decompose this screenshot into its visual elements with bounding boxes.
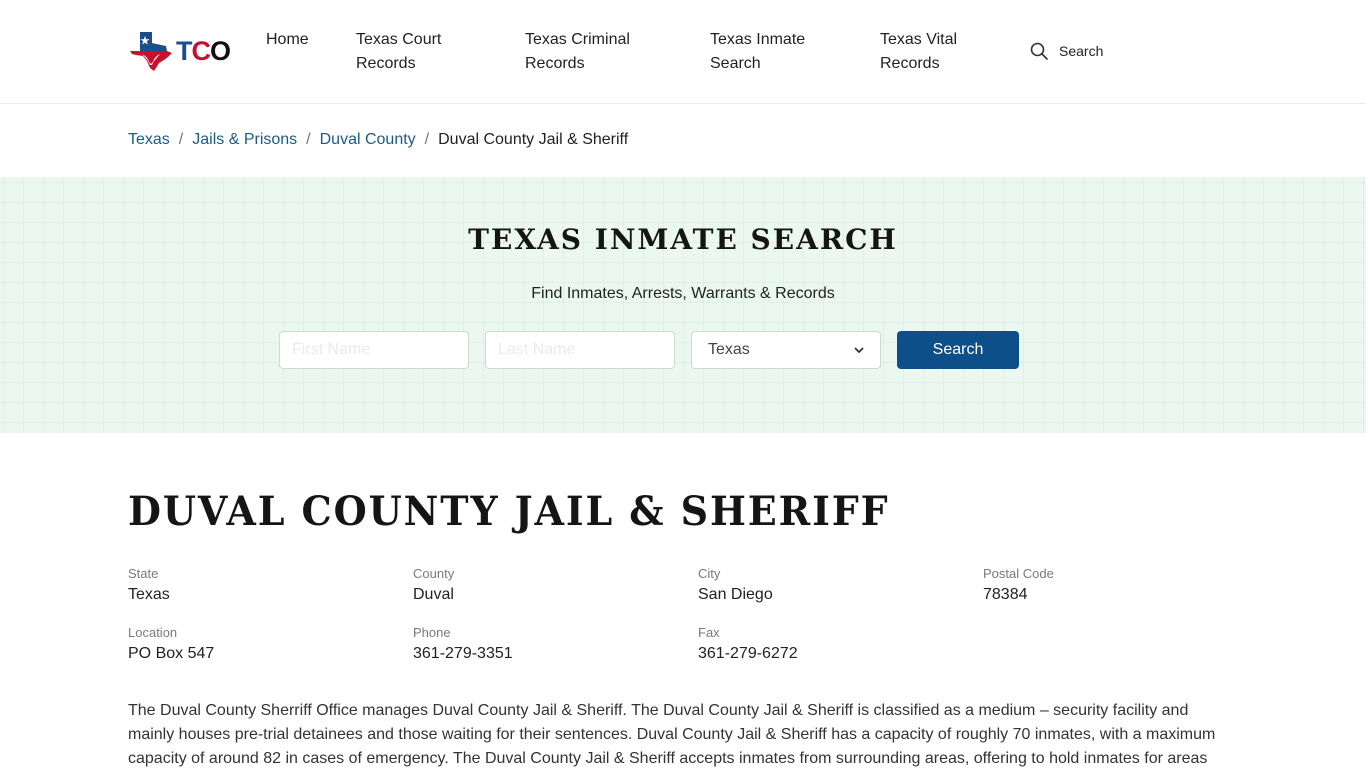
nav-label: Records <box>880 55 940 72</box>
breadcrumb-separator: / <box>306 131 311 148</box>
nav-texas-criminal-records[interactable]: Texas Criminal Records <box>525 28 630 76</box>
breadcrumb: Texas / Jails & Prisons / Duval County /… <box>128 130 628 150</box>
search-button[interactable]: Search <box>897 331 1019 369</box>
hero-subtitle: Find Inmates, Arrests, Warrants & Record… <box>531 285 835 302</box>
inmate-search-form: Texas Search <box>279 331 1019 369</box>
texas-map-icon <box>130 32 172 71</box>
nav-label: Texas Inmate <box>710 31 806 48</box>
nav-label: Texas Criminal <box>525 31 630 48</box>
nav-label: Texas Vital <box>880 31 958 48</box>
info-value: 361-279-6272 <box>698 645 798 662</box>
logo-letter-c: C <box>191 35 211 66</box>
info-city: City San Diego <box>698 566 983 606</box>
info-value: Texas <box>128 586 170 603</box>
nav-home[interactable]: Home <box>266 28 309 52</box>
info-label: County <box>413 566 455 581</box>
nav-texas-vital-records[interactable]: Texas Vital Records <box>880 28 957 76</box>
chevron-down-icon <box>854 347 864 354</box>
logo-letter-t: T <box>176 35 192 66</box>
first-name-input[interactable] <box>279 331 469 369</box>
facility-description: The Duval County Sherriff Office manages… <box>128 702 1216 767</box>
site-logo[interactable]: TCO <box>128 30 231 72</box>
info-postal-code: Postal Code 78384 <box>983 566 1268 606</box>
breadcrumb-jails-prisons[interactable]: Jails & Prisons <box>192 130 297 150</box>
info-fax: Fax 361-279-6272 <box>698 625 983 665</box>
info-value: 78384 <box>983 586 1028 603</box>
info-value: Duval <box>413 586 454 603</box>
state-select-value: Texas <box>708 341 750 358</box>
info-county: County Duval <box>413 566 698 606</box>
logo-letter-o: O <box>210 35 231 66</box>
inmate-search-hero: TEXAS INMATE SEARCH Find Inmates, Arrest… <box>0 177 1366 433</box>
nav-texas-court-records[interactable]: Texas Court Records <box>356 28 441 76</box>
info-label: Phone <box>413 625 451 640</box>
page-title: DUVAL COUNTY JAIL & SHERIFF <box>128 488 890 535</box>
info-value: PO Box 547 <box>128 645 215 662</box>
breadcrumb-duval-county[interactable]: Duval County <box>320 130 416 150</box>
info-value: San Diego <box>698 586 773 603</box>
nav-texas-inmate-search[interactable]: Texas Inmate Search <box>710 28 805 76</box>
state-select[interactable]: Texas <box>691 331 881 369</box>
info-state: State Texas <box>128 566 413 606</box>
info-label: State <box>128 566 159 581</box>
site-header: TCO Home Texas Court Records Texas Crimi… <box>0 0 1366 104</box>
nav-label: Texas Court <box>356 31 442 48</box>
info-location: Location PO Box 547 <box>128 625 413 665</box>
breadcrumb-separator: / <box>178 131 184 148</box>
breadcrumb-texas[interactable]: Texas <box>128 130 170 150</box>
breadcrumb-current: Duval County Jail & Sheriff <box>438 131 629 148</box>
header-search-button[interactable]: Search <box>1030 42 1103 60</box>
info-label: City <box>698 566 721 581</box>
info-label: Postal Code <box>983 566 1054 581</box>
breadcrumb-separator: / <box>424 131 430 148</box>
info-phone: Phone 361-279-3351 <box>413 625 698 665</box>
nav-label: Home <box>266 31 309 48</box>
nav-label: Records <box>525 55 585 72</box>
hero-title: TEXAS INMATE SEARCH <box>468 223 898 256</box>
nav-label: Records <box>356 55 416 72</box>
last-name-input[interactable] <box>485 331 675 369</box>
info-label: Location <box>128 625 178 640</box>
info-value: 361-279-3351 <box>413 645 513 662</box>
header-search-label: Search <box>1059 43 1104 59</box>
info-label: Fax <box>698 625 720 640</box>
nav-label: Search <box>710 55 761 72</box>
logo-text: TCO <box>176 35 231 67</box>
search-icon <box>1030 42 1048 60</box>
